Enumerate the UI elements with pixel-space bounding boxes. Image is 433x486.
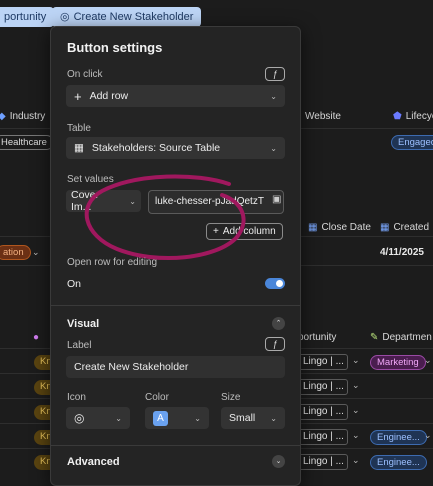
opportunity-cell[interactable]: Lingo | ...	[298, 429, 348, 445]
chevron-down-icon: ⌄	[194, 413, 201, 423]
calendar-icon: ▦	[380, 222, 390, 233]
chevron-down-icon: ⌄	[270, 413, 277, 423]
column-header-label: Lifecyc	[405, 111, 433, 122]
chevron-down-icon[interactable]: ⌄	[352, 405, 360, 416]
opportunity-button-label: portunity	[4, 11, 47, 23]
button-settings-panel: Button settings On click ƒ + Add row ⌄ T…	[50, 26, 301, 486]
chevron-up-icon[interactable]: ⌃	[272, 317, 285, 330]
create-stakeholder-button-label: Create New Stakeholder	[73, 11, 194, 23]
lifecycle-tag[interactable]: Engaged	[391, 135, 433, 150]
chevron-down-icon[interactable]: ⌄	[352, 380, 360, 391]
column-header-close-date[interactable]: ▦ Close Date	[308, 222, 371, 233]
chevron-down-icon: ⌄	[270, 143, 277, 153]
column-header-department[interactable]: ✎ Departmen	[370, 332, 432, 343]
target-icon: ◎	[60, 11, 70, 23]
created-date: 4/11/2025	[380, 247, 424, 258]
opportunity-cell[interactable]: Lingo | ...	[298, 354, 348, 370]
column-header-label: Website	[305, 111, 341, 122]
opportunity-cell[interactable]: Lingo | ...	[298, 454, 348, 470]
column-header-created[interactable]: ▦ Created	[380, 222, 429, 233]
size-select[interactable]: Small ⌄	[221, 407, 285, 429]
column-header-label: Departmen	[382, 332, 432, 343]
column-header-label: Created	[393, 222, 430, 233]
column-header-p[interactable]: ●	[33, 332, 39, 343]
action-select-value: Add row	[89, 90, 129, 102]
open-row-toggle[interactable]	[265, 278, 285, 289]
chevron-down-icon[interactable]: ⌄	[352, 430, 360, 441]
industry-tag[interactable]: Healthcare	[0, 135, 54, 150]
department-tag[interactable]: Marketing	[370, 355, 426, 370]
open-row-label: Open row for editing	[67, 257, 158, 268]
chevron-down-icon: ⌄	[115, 413, 122, 423]
formula-icon[interactable]: ƒ	[265, 337, 285, 351]
column-header-label: Industry	[9, 111, 46, 122]
chevron-down-icon[interactable]: ⌄	[272, 455, 285, 468]
label-input[interactable]: Create New Stakeholder	[66, 356, 285, 378]
chevron-down-icon[interactable]: ⌄	[352, 355, 360, 366]
column-header-opportunity[interactable]: portunity	[298, 332, 336, 343]
table-icon: ▦	[74, 142, 84, 154]
label-label: Label	[67, 340, 92, 351]
chevron-down-icon[interactable]: ⌄	[424, 355, 432, 366]
stage-tag[interactable]: ation	[0, 245, 31, 260]
diamond-icon: ◆	[0, 111, 6, 122]
plus-icon: +	[74, 88, 82, 104]
color-swatch: A	[153, 410, 168, 426]
tag-icon: ●	[33, 332, 40, 343]
opportunity-cell[interactable]: Lingo | ...	[298, 379, 348, 395]
icon-label: Icon	[67, 392, 86, 403]
table-label: Table	[67, 123, 91, 134]
shield-icon: ⬟	[393, 111, 402, 122]
chevron-down-icon[interactable]: ⌄	[352, 455, 360, 466]
action-select[interactable]: + Add row ⌄	[66, 85, 285, 107]
open-row-value: On	[67, 278, 82, 290]
column-header-lifecycle[interactable]: ⬟ Lifecyc	[393, 111, 433, 122]
chevron-down-icon[interactable]: ⌄	[32, 247, 40, 258]
on-click-label: On click	[67, 69, 103, 80]
color-label: Color	[145, 392, 169, 403]
label-input-value: Create New Stakeholder	[74, 361, 189, 373]
visual-section-title: Visual	[67, 318, 100, 330]
department-tag[interactable]: Enginee...	[370, 430, 427, 445]
size-select-value: Small	[229, 412, 256, 424]
section-divider	[51, 445, 300, 446]
department-tag[interactable]: Enginee...	[370, 455, 427, 470]
column-header-industry[interactable]: ◆ Industry	[0, 111, 45, 122]
column-header-label: Close Date	[321, 222, 371, 233]
chevron-down-icon: ⌄	[270, 91, 277, 101]
color-select[interactable]: A ⌄	[145, 407, 209, 429]
opportunity-cell[interactable]: Lingo | ...	[298, 404, 348, 420]
pencil-icon: ✎	[370, 332, 379, 343]
target-icon: ◎	[74, 411, 85, 425]
icon-select[interactable]: ◎ ⌄	[66, 407, 130, 429]
column-header-website[interactable]: Website	[305, 111, 341, 122]
calendar-icon: ▦	[308, 222, 318, 233]
size-label: Size	[221, 392, 241, 403]
panel-title: Button settings	[67, 40, 163, 55]
section-divider	[51, 305, 300, 306]
opportunity-button[interactable]: portunity	[0, 7, 55, 27]
column-header-label: portunity	[298, 332, 337, 343]
chevron-down-icon[interactable]: ⌄	[424, 430, 432, 441]
table-select-value: Stakeholders: Source Table	[91, 142, 221, 154]
formula-icon[interactable]: ƒ	[265, 67, 285, 81]
annotation-circle-icon	[84, 174, 246, 260]
table-select[interactable]: ▦ Stakeholders: Source Table ⌄	[66, 137, 285, 159]
create-stakeholder-button[interactable]: ◎ Create New Stakeholder	[52, 7, 202, 27]
advanced-section-title: Advanced	[67, 456, 120, 468]
image-icon: ▣	[272, 194, 282, 205]
